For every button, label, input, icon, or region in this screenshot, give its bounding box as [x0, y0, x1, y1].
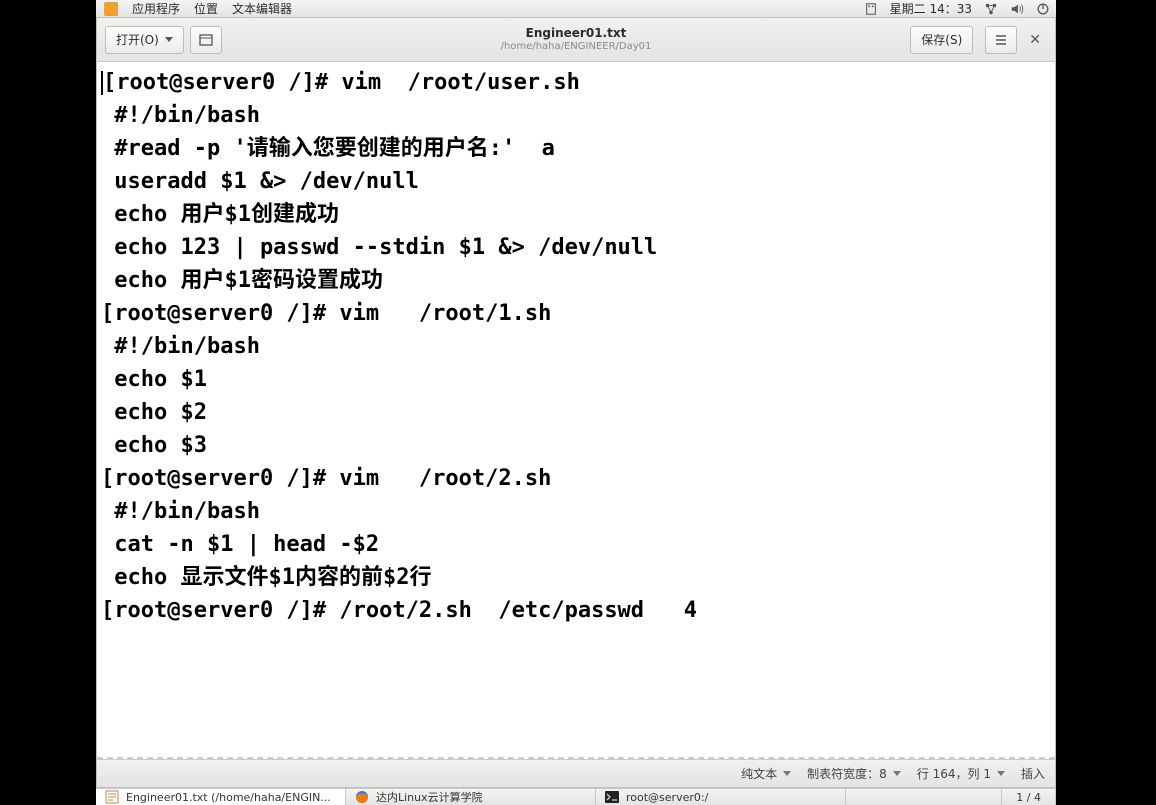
text-line: #!/bin/bash [101, 495, 1051, 528]
text-line: echo $2 [101, 396, 1051, 429]
text-line: echo 123 | passwd --stdin $1 &> /dev/nul… [101, 231, 1051, 264]
places-menu[interactable]: 位置 [194, 0, 218, 17]
text-line: [root@server0 /]# vim /root/2.sh [101, 462, 1051, 495]
position-indicator[interactable]: 行 164，列 1 [917, 765, 1005, 782]
active-app-name: 文本编辑器 [232, 0, 292, 17]
workspace-pager[interactable]: 1 / 4 [1001, 789, 1056, 805]
text-line: [root@server0 /]# /root/2.sh /etc/passwd… [101, 594, 1051, 627]
text-line: echo $3 [101, 429, 1051, 462]
top-panel: 应用程序 位置 文本编辑器 星期二 14：33 [96, 0, 1056, 18]
text-line: useradd $1 &> /dev/null [101, 165, 1051, 198]
close-button[interactable]: ✕ [1023, 32, 1047, 48]
task-item-terminal[interactable]: root@server0:/ [596, 789, 846, 805]
document-title: Engineer01.txt [501, 27, 652, 41]
power-icon[interactable] [1036, 2, 1050, 16]
toolbar: 打开(O) Engineer01.txt /home/haha/ENGINEER… [97, 18, 1055, 62]
document-path: /home/haha/ENGINEER/Day01 [501, 41, 652, 53]
text-cursor [101, 71, 103, 95]
text-area[interactable]: [root@server0 /]# vim /root/user.sh #!/b… [97, 62, 1055, 759]
text-line: #read -p '请输入您要创建的用户名:' a [101, 132, 1051, 165]
insert-mode: 插入 [1021, 765, 1045, 782]
text-line: echo $1 [101, 363, 1051, 396]
hamburger-button[interactable] [985, 26, 1017, 54]
task-label: Engineer01.txt (/home/haha/ENGIN... [126, 791, 331, 804]
task-label: root@server0:/ [626, 791, 708, 804]
terminal-icon [604, 789, 620, 805]
task-label: 达内Linux云计算学院 [376, 789, 483, 805]
title-block: Engineer01.txt /home/haha/ENGINEER/Day01 [501, 27, 652, 52]
editor-icon [104, 789, 120, 805]
statusbar: 纯文本 制表符宽度：8 行 164，列 1 插入 [97, 759, 1055, 787]
gedit-window: 打开(O) Engineer01.txt /home/haha/ENGINEER… [96, 18, 1056, 788]
bottom-taskbar: Engineer01.txt (/home/haha/ENGIN... 达内Li… [96, 788, 1056, 805]
volume-icon[interactable] [1010, 2, 1024, 16]
text-line: [root@server0 /]# vim /root/user.sh [101, 66, 1051, 99]
text-line: #!/bin/bash [101, 99, 1051, 132]
syntax-select[interactable]: 纯文本 [741, 765, 791, 782]
task-item-firefox[interactable]: 达内Linux云计算学院 [346, 789, 596, 805]
firefox-icon [354, 789, 370, 805]
task-item-editor[interactable]: Engineer01.txt (/home/haha/ENGIN... [96, 789, 346, 805]
text-line: echo 显示文件$1内容的前$2行 [101, 561, 1051, 594]
text-line: [root@server0 /]# vim /root/1.sh [101, 297, 1051, 330]
tabwidth-select[interactable]: 制表符宽度：8 [807, 765, 901, 782]
bottom-border [97, 757, 1055, 759]
network-icon[interactable] [984, 2, 998, 16]
text-line: #!/bin/bash [101, 330, 1051, 363]
open-button[interactable]: 打开(O) [105, 26, 184, 54]
apps-icon [104, 2, 118, 16]
new-tab-button[interactable] [190, 26, 222, 54]
text-line: echo 用户$1密码设置成功 [101, 264, 1051, 297]
save-button[interactable]: 保存(S) [910, 26, 973, 54]
text-line: echo 用户$1创建成功 [101, 198, 1051, 231]
clock[interactable]: 星期二 14：33 [890, 0, 972, 17]
text-line: cat -n $1 | head -$2 [101, 528, 1051, 561]
usb-icon[interactable] [864, 2, 878, 16]
applications-menu[interactable]: 应用程序 [132, 0, 180, 17]
